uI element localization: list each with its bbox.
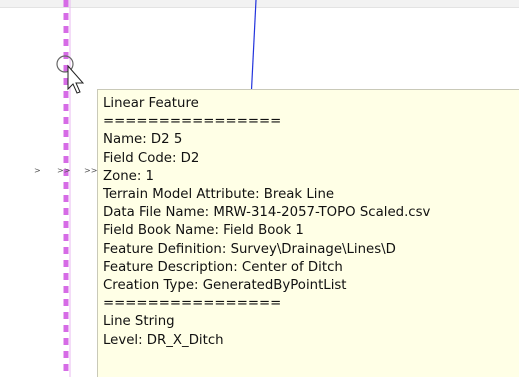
tooltip-field-code: Field Code: D2 [103, 150, 200, 166]
tooltip-title: Linear Feature [103, 96, 199, 111]
drawing-viewport[interactable]: > >> >> Linear Feature ================ … [0, 0, 519, 377]
tooltip-data-file: Data File Name: MRW-314-2057-TOPO Scaled… [103, 205, 431, 221]
tooltip-zone: Zone: 1 [103, 168, 155, 184]
feature-info-tooltip: Linear Feature ================ Name: D2… [97, 89, 519, 377]
blue-line-string[interactable] [250, 0, 257, 101]
tooltip-separator: ================ [103, 114, 282, 130]
tooltip-separator: ================ [103, 296, 282, 312]
direction-marker: >> [84, 166, 98, 175]
tooltip-feature-definition: Feature Definition: Survey\Drainage\Line… [103, 241, 396, 257]
tooltip-feature-description: Feature Description: Center of Ditch [103, 259, 343, 275]
direction-marker: > [34, 166, 41, 175]
tooltip-creation-type: Creation Type: GeneratedByPointList [103, 278, 347, 294]
tooltip-element-type: Line String [103, 314, 175, 330]
tooltip-terrain-attribute: Terrain Model Attribute: Break Line [103, 187, 335, 203]
tooltip-field-book: Field Book Name: Field Book 1 [103, 223, 304, 239]
tooltip-name: Name: D2 5 [103, 132, 183, 148]
tooltip-level: Level: DR_X_Ditch [103, 332, 224, 348]
direction-marker: >> [57, 166, 71, 175]
